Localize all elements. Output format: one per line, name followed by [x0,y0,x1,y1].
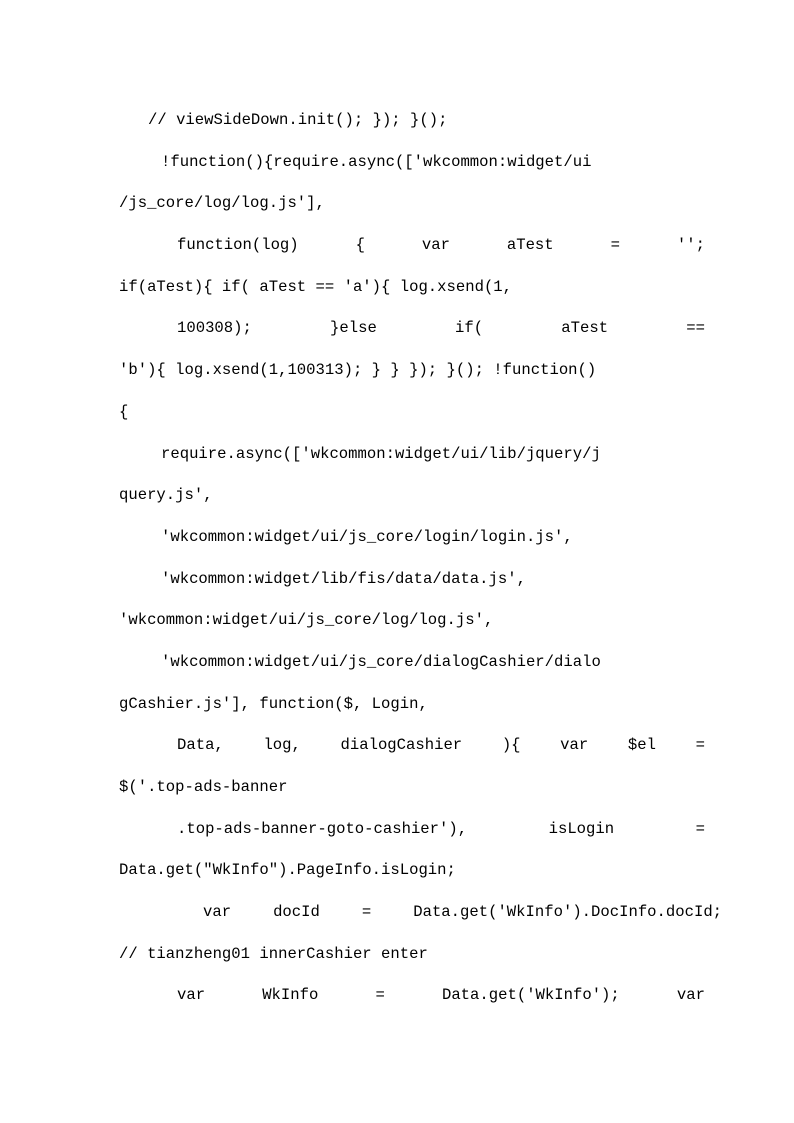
code-token: = [610,236,620,255]
code-line: .top-ads-banner-goto-cashier'), isLogin = [119,809,705,851]
code-token: = [695,736,705,755]
code-token: aTest [561,319,609,338]
code-line: if(aTest){ if( aTest == 'a'){ log.xsend(… [119,277,513,296]
code-line: // viewSideDown.init(); }); }(); [148,111,448,129]
document-page: // viewSideDown.init(); }); }(); !functio… [0,0,794,1123]
code-token: == [686,319,705,338]
code-token: Data.get('WkInfo'); [441,986,620,1005]
code-token: 100308); [177,319,252,338]
code-token: if( [455,319,484,338]
code-token: ''; [676,236,705,255]
code-token: ){ [501,736,521,755]
code-token: function(log) [177,236,299,255]
code-token: log, [263,736,301,755]
code-token: aTest [506,236,554,255]
code-token: dialogCashier [340,736,463,755]
code-token: isLogin [548,819,615,838]
code-token: Data.get('WkInfo').DocInfo.docId; [413,903,723,922]
code-line: { [119,402,129,421]
code-line: $('.top-ads-banner [119,778,288,796]
code-token: = [361,903,372,922]
code-line: var docId = Data.get('WkInfo').DocInfo.docI… [119,892,722,934]
code-line: query.js', [119,486,213,505]
code-line: 'wkcommon:widget/ui/js_core/login/login.… [161,527,573,546]
code-token: { [355,236,365,255]
document-text-body: // viewSideDown.init(); }); }(); !functio… [119,100,722,1017]
code-token: var [421,236,450,255]
code-token: $el [627,736,656,755]
code-line: /js_core/log/log.js'], [119,194,325,213]
code-line: Data.get("WkInfo").PageInfo.isLogin; [119,861,456,880]
code-token: var [177,986,206,1005]
code-token: WkInfo [262,986,319,1005]
code-token: docId [273,903,320,922]
code-line: gCashier.js'], function($, Login, [119,694,428,713]
code-line: 100308); }else if( aTest == [119,308,705,350]
code-token: var [203,903,232,922]
code-line: Data, log, dialogCashier ){ var $el = [119,725,705,767]
code-line: 'wkcommon:widget/ui/js_core/dialogCashie… [161,652,601,671]
code-line: 'wkcommon:widget/ui/js_core/log/log.js', [119,611,494,630]
code-token: Data, [177,736,224,755]
code-line: function(log) { var aTest = ''; [119,225,705,267]
code-token: var [676,986,705,1005]
code-token: = [375,986,385,1005]
code-token: }else [330,319,377,338]
code-token: .top-ads-banner-goto-cashier'), [177,819,468,838]
code-line: require.async(['wkcommon:widget/ui/lib/j… [161,444,601,463]
code-token: = [695,819,705,838]
code-line: var WkInfo = Data.get('WkInfo'); var [119,975,705,1017]
code-line: 'wkcommon:widget/lib/fis/data/data.js', [161,569,526,588]
code-line: // tianzheng01 innerCashier enter [119,944,428,963]
code-line: !function(){require.async(['wkcommon:wid… [161,152,592,171]
code-token: var [560,736,589,755]
code-line: 'b'){ log.xsend(1,100313); } } }); }(); … [119,361,597,380]
